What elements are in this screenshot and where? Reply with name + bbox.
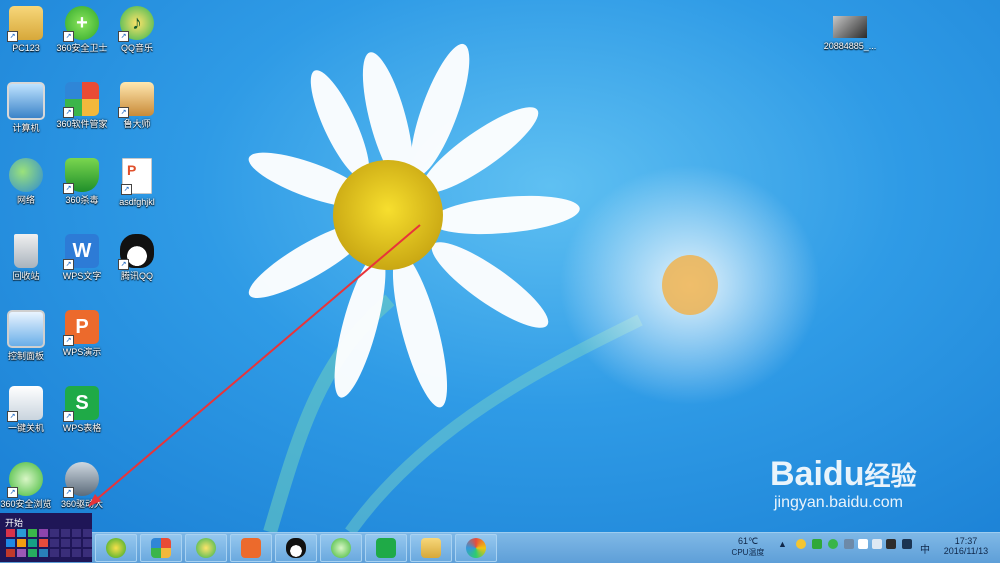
cpu-temperature-label: CPU温度 (731, 548, 765, 557)
taskbar-app-qq-music[interactable] (185, 534, 227, 562)
volume-tray-icon[interactable] (902, 539, 912, 549)
watermark-url: jingyan.baidu.com (774, 494, 903, 511)
wps-spreadsheet-icon (376, 538, 396, 558)
taskbar-app-wps-presentation[interactable] (230, 534, 272, 562)
wrench-tray-icon[interactable] (844, 539, 854, 549)
taskbar-app-360-software[interactable] (140, 534, 182, 562)
start-menu-title: 开始 (5, 518, 24, 528)
annotation-arrow (88, 224, 421, 507)
desktop[interactable]: ↗ PC123 计算机 网络 回收站 控制面板 ↗ 一键关机 ↗ 360安全浏览… (0, 0, 1000, 532)
taskbar-app-wps-spreadsheet[interactable] (365, 534, 407, 562)
wps-presentation-icon (241, 538, 261, 558)
watermark-jingyan: 经验 (864, 461, 917, 491)
clock[interactable]: 17:37 2016/11/13 (936, 534, 996, 560)
taskbar-app-360-browser[interactable] (320, 534, 362, 562)
taskbar-app-file-explorer[interactable] (410, 534, 452, 562)
taskbar-app-qq[interactable] (275, 534, 317, 562)
network-tray-icon[interactable] (886, 539, 896, 549)
qq-penguin-icon (286, 538, 306, 558)
cpu-temperature-value: 61℃ (737, 536, 759, 546)
clock-date: 2016/11/13 (943, 546, 989, 556)
shield-tray-icon[interactable] (812, 539, 822, 549)
paint-icon (466, 538, 486, 558)
cpu-temperature[interactable]: 61℃ CPU温度 (726, 534, 770, 560)
360-safe-icon (106, 538, 126, 558)
watermark-brand: Bai (770, 455, 823, 493)
360-plus-tray-icon[interactable] (828, 539, 838, 549)
baidu-watermark: Baidu经验 jingyan.baidu.com (770, 455, 916, 512)
360-software-icon (151, 538, 171, 558)
device-tray-icon[interactable] (872, 539, 882, 549)
360-browser-icon (331, 538, 351, 558)
qq-music-icon (196, 538, 216, 558)
watermark-brand-suffix: du (822, 455, 865, 493)
taskbar-app-paint[interactable] (455, 534, 497, 562)
flag-tray-icon[interactable] (858, 539, 868, 549)
taskbar-app-360-safe[interactable] (95, 534, 137, 562)
360-safe-tray-icon[interactable] (796, 539, 806, 549)
start-menu-button[interactable]: 开始 (0, 513, 92, 562)
start-tiles (6, 529, 92, 557)
input-method-indicator[interactable]: 中 (920, 541, 930, 567)
show-hidden-icons-chevron-icon[interactable]: ▲ (778, 539, 788, 549)
clock-time: 17:37 (954, 536, 978, 546)
file-explorer-icon (421, 538, 441, 558)
